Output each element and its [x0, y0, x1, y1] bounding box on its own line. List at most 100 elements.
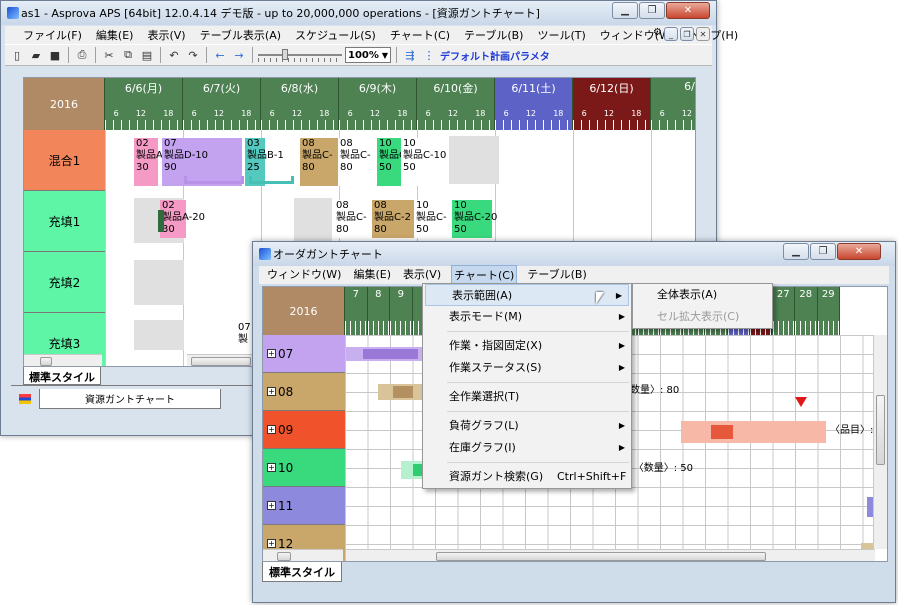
- menu-item[interactable]: 編集(E): [94, 26, 136, 44]
- order-menu-item[interactable]: 編集(E): [351, 265, 393, 285]
- main-left-scroll[interactable]: [24, 354, 102, 366]
- menu-item[interactable]: スケジュール(S): [293, 26, 378, 44]
- order-row-label[interactable]: +09: [263, 411, 345, 449]
- order-menu-item[interactable]: テーブル(B): [525, 265, 588, 285]
- tick-label: 12: [291, 109, 303, 118]
- order-left-scroll[interactable]: [263, 549, 343, 561]
- param-label[interactable]: デフォルト計画パラメタ: [440, 48, 550, 63]
- operation-block[interactable]: 10 製品C-10 50: [401, 138, 446, 186]
- operation-block[interactable]: 08 製品C- 80: [300, 138, 340, 186]
- tick-label: 6: [113, 109, 119, 118]
- open-folder-icon[interactable]: ▰: [28, 47, 44, 63]
- operation-block[interactable]: 02 製品A 30: [134, 138, 163, 186]
- close-icon[interactable]: ✕: [666, 2, 710, 19]
- order-menu-item[interactable]: 表示(V): [401, 265, 443, 285]
- tick-label: 18: [319, 109, 330, 118]
- resource-gantt-tab[interactable]: 資源ガントチャート: [39, 389, 221, 409]
- order-menu-item[interactable]: チャート(C): [451, 265, 518, 285]
- expand-icon[interactable]: +: [267, 349, 276, 358]
- operation-block[interactable]: 10 製品C- 50: [377, 138, 410, 186]
- main-toolbar: ▯ ▰ ■ ⎙ ✂ ⧉ ▤ ↶ ↷ ← → 100% ▼ ⇶ ⋮ デフォルト計画パ…: [5, 44, 712, 66]
- mdi-doc-icon: [19, 394, 31, 404]
- order-row-label[interactable]: +08: [263, 373, 345, 411]
- expand-icon[interactable]: +: [267, 387, 276, 396]
- paste-icon[interactable]: ▤: [139, 47, 155, 63]
- context-menu-item[interactable]: 資源ガント検索(G) Ctrl+Shift+F: [423, 466, 631, 488]
- order-right-scroll[interactable]: [346, 549, 875, 561]
- expand-icon[interactable]: +: [267, 425, 276, 434]
- menu-item[interactable]: ツール(T): [535, 26, 587, 44]
- menu-item[interactable]: テーブル(B): [462, 26, 525, 44]
- resource-row-label[interactable]: 充填1: [24, 191, 105, 252]
- date-header: 6/61218: [651, 78, 695, 130]
- context-menu-item[interactable]: 全作業選択(T): [423, 386, 631, 408]
- tick-labels: 6 12 18: [573, 109, 650, 118]
- submenu-item[interactable]: 全体表示(A): [633, 284, 772, 306]
- mdi-restore-icon[interactable]: ❐: [680, 27, 694, 41]
- save-icon[interactable]: ■: [47, 47, 63, 63]
- context-menu-item[interactable]: 在庫グラフ(I) ▶: [423, 437, 631, 459]
- day-header: 9: [390, 287, 413, 335]
- operation-block[interactable]: 10 製品C-20 50: [452, 200, 497, 238]
- order-vscroll[interactable]: [873, 335, 887, 549]
- order-bar[interactable]: [363, 349, 418, 359]
- minimize-icon[interactable]: ▁: [612, 2, 638, 19]
- arrow-right-icon[interactable]: →: [231, 47, 247, 63]
- order-style-tab[interactable]: 標準スタイル: [262, 562, 342, 582]
- new-file-icon[interactable]: ▯: [9, 47, 25, 63]
- print-icon[interactable]: ⎙: [74, 47, 90, 63]
- maximize-icon[interactable]: ❐: [810, 243, 836, 260]
- operation-block[interactable]: 08 製品C-2 80: [372, 200, 414, 238]
- context-menu-item[interactable]: 作業・指図固定(X) ▶: [423, 335, 631, 357]
- order-bar[interactable]: [711, 425, 733, 439]
- tick-label: 12: [603, 109, 615, 118]
- expand-icon[interactable]: +: [267, 463, 276, 472]
- arrow-left-icon[interactable]: ←: [212, 47, 228, 63]
- order-year-header: 2016: [263, 287, 345, 335]
- copy-icon[interactable]: ⧉: [120, 47, 136, 63]
- resource-row-label[interactable]: 充填2: [24, 252, 105, 313]
- maximize-icon[interactable]: ❐: [639, 2, 665, 19]
- menu-item[interactable]: ファイル(F): [21, 26, 84, 44]
- operation-block[interactable]: 08 製品C- 80: [334, 200, 374, 238]
- context-menu-item[interactable]: 表示モード(M) ▶: [423, 306, 631, 328]
- order-bar[interactable]: [681, 421, 826, 443]
- submenu-arrow-icon: ▶: [618, 341, 625, 350]
- minimize-icon[interactable]: ▁: [783, 243, 809, 260]
- tick-marks: [573, 120, 650, 130]
- setup-bar: [158, 210, 164, 232]
- order-menu-item[interactable]: ウィンドウ(W): [265, 265, 343, 285]
- menu-item[interactable]: テーブル表示(A): [198, 26, 283, 44]
- setup-connector: [184, 176, 244, 184]
- menu-item[interactable]: チャート(C): [388, 26, 452, 44]
- expand-icon[interactable]: +: [267, 501, 276, 510]
- main-style-tab[interactable]: 標準スタイル: [23, 367, 101, 385]
- tick-label: 12: [447, 109, 459, 118]
- order-row-label[interactable]: +11: [263, 487, 345, 525]
- param-icon[interactable]: ⇶: [402, 47, 418, 63]
- order-caption-buttons: ▁ ❐ ✕: [783, 243, 881, 260]
- resource-row-label[interactable]: 混合1: [24, 130, 105, 191]
- cut-icon[interactable]: ✂: [101, 47, 117, 63]
- operation-block[interactable]: 10 製品C- 50: [414, 200, 454, 238]
- redo-icon[interactable]: ↷: [185, 47, 201, 63]
- order-bar[interactable]: [393, 386, 413, 398]
- order-row-label[interactable]: +10: [263, 449, 345, 487]
- tick-label: 6: [191, 109, 197, 118]
- operation-block[interactable]: 08 製品C- 80: [338, 138, 378, 186]
- expand-icon[interactable]: +: [267, 539, 276, 548]
- mdi-close-icon[interactable]: ✕: [696, 27, 710, 41]
- order-row-label[interactable]: +07: [263, 335, 345, 373]
- mdi-gear-icon[interactable]: ⚙: [653, 27, 662, 41]
- zoom-select[interactable]: 100% ▼: [345, 47, 391, 63]
- undo-icon[interactable]: ↶: [166, 47, 182, 63]
- context-menu-item[interactable]: 負荷グラフ(L) ▶: [423, 415, 631, 437]
- mdi-minimize-icon[interactable]: _: [664, 27, 678, 41]
- context-menu-item[interactable]: 作業ステータス(S) ▶: [423, 357, 631, 379]
- submenu-item[interactable]: セル拡大表示(C): [633, 306, 772, 328]
- close-icon[interactable]: ✕: [837, 243, 881, 260]
- menu-item[interactable]: 表示(V): [145, 26, 187, 44]
- zoom-slider[interactable]: [258, 48, 342, 62]
- tree-icon[interactable]: ⋮: [421, 47, 437, 63]
- tick-marks: [417, 120, 494, 130]
